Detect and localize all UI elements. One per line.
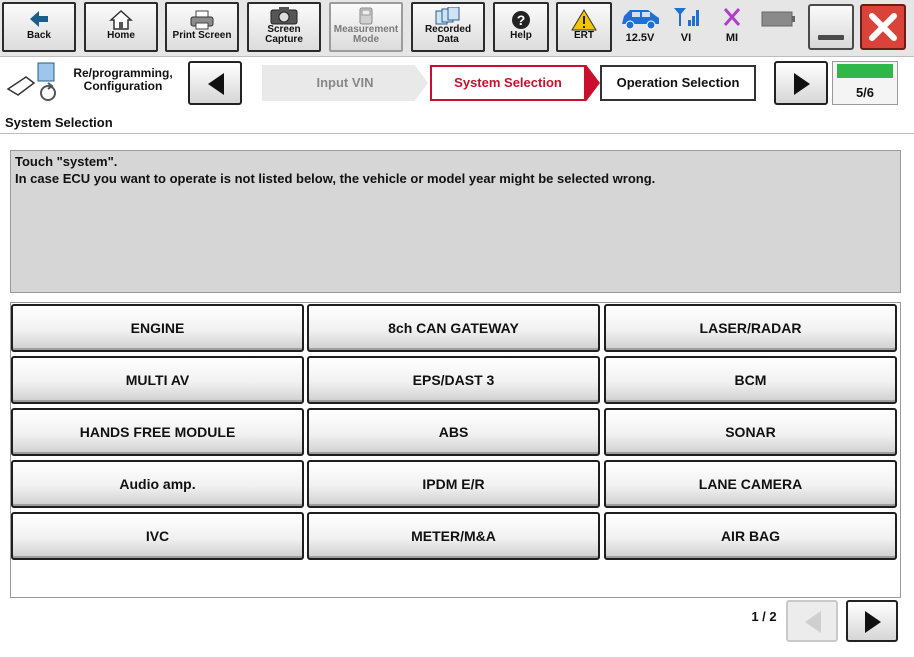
next-step-button[interactable]: [774, 61, 828, 105]
print-screen-button[interactable]: Print Screen: [165, 2, 239, 52]
system-button-audio-amp[interactable]: Audio amp.: [11, 460, 304, 508]
system-button-ipdm-er[interactable]: IPDM E/R: [307, 460, 600, 508]
instruction-message: Touch "system". In case ECU you want to …: [10, 150, 901, 293]
printer-icon: [167, 9, 237, 31]
car-icon: [616, 4, 664, 32]
vi-indicator: VI: [662, 4, 710, 50]
home-icon: [86, 9, 156, 31]
previous-step-button[interactable]: [188, 61, 242, 105]
system-button-abs[interactable]: ABS: [307, 408, 600, 456]
signal-icon: [662, 4, 710, 32]
device-battery-indicator: [754, 4, 802, 50]
triangle-left-icon: [801, 609, 825, 640]
battery-icon: [754, 4, 802, 32]
progress-bar: [837, 64, 893, 78]
close-icon: [862, 6, 904, 53]
home-button[interactable]: Home: [84, 2, 158, 52]
svg-text:?: ?: [517, 12, 526, 28]
recorded-data-icon: [413, 6, 483, 25]
triangle-right-icon: [861, 609, 885, 640]
help-button[interactable]: ? Help: [493, 2, 549, 52]
disconnected-x-icon: [708, 4, 756, 32]
module-title: Re/programming, Configuration: [73, 66, 173, 93]
back-button[interactable]: Back: [2, 2, 76, 52]
system-button-ivc[interactable]: IVC: [11, 512, 304, 560]
triangle-right-icon: [790, 71, 814, 102]
system-button-hands-free-module[interactable]: HANDS FREE MODULE: [11, 408, 304, 456]
measurement-icon: [331, 7, 401, 25]
reprogramming-icon: [4, 61, 60, 108]
page-title: System Selection: [0, 112, 914, 134]
camera-icon: [249, 7, 319, 25]
back-arrow-icon: [4, 9, 74, 31]
system-button-air-bag[interactable]: AIR BAG: [604, 512, 897, 560]
close-button[interactable]: [860, 4, 906, 50]
toolbar: Back Home Print Screen Screen Capture Me…: [0, 0, 914, 57]
help-icon: ?: [495, 9, 547, 31]
measurement-mode-button[interactable]: Measurement Mode: [329, 2, 403, 52]
step-operation-selection: Operation Selection: [600, 65, 756, 101]
minimize-button[interactable]: [808, 4, 854, 50]
step-input-vin: Input VIN: [262, 65, 428, 101]
battery-voltage-indicator: 12.5V: [616, 4, 664, 50]
minimize-icon: [818, 35, 844, 40]
system-button-8ch-can-gateway[interactable]: 8ch CAN GATEWAY: [307, 304, 600, 352]
step-system-selection: System Selection: [430, 65, 600, 101]
ert-button[interactable]: ERT: [556, 2, 612, 52]
step-progress: 5/6: [832, 61, 898, 105]
system-button-bcm[interactable]: BCM: [604, 356, 897, 404]
system-button-sonar[interactable]: SONAR: [604, 408, 897, 456]
warning-icon: [558, 9, 610, 31]
triangle-left-icon: [204, 71, 228, 102]
system-button-engine[interactable]: ENGINE: [11, 304, 304, 352]
system-button-meter-ma[interactable]: METER/M&A: [307, 512, 600, 560]
system-button-eps-dast-3[interactable]: EPS/DAST 3: [307, 356, 600, 404]
recorded-data-button[interactable]: Recorded Data: [411, 2, 485, 52]
next-page-button[interactable]: [846, 600, 898, 642]
breadcrumb: Re/programming, Configuration Input VIN …: [0, 57, 914, 111]
page-indicator: 1 / 2: [751, 609, 777, 624]
system-button-laser-radar[interactable]: LASER/RADAR: [604, 304, 897, 352]
system-button-lane-camera[interactable]: LANE CAMERA: [604, 460, 897, 508]
system-button-multi-av[interactable]: MULTI AV: [11, 356, 304, 404]
screen-capture-button[interactable]: Screen Capture: [247, 2, 321, 52]
mi-indicator: MI: [708, 4, 756, 50]
previous-page-button[interactable]: [786, 600, 838, 642]
